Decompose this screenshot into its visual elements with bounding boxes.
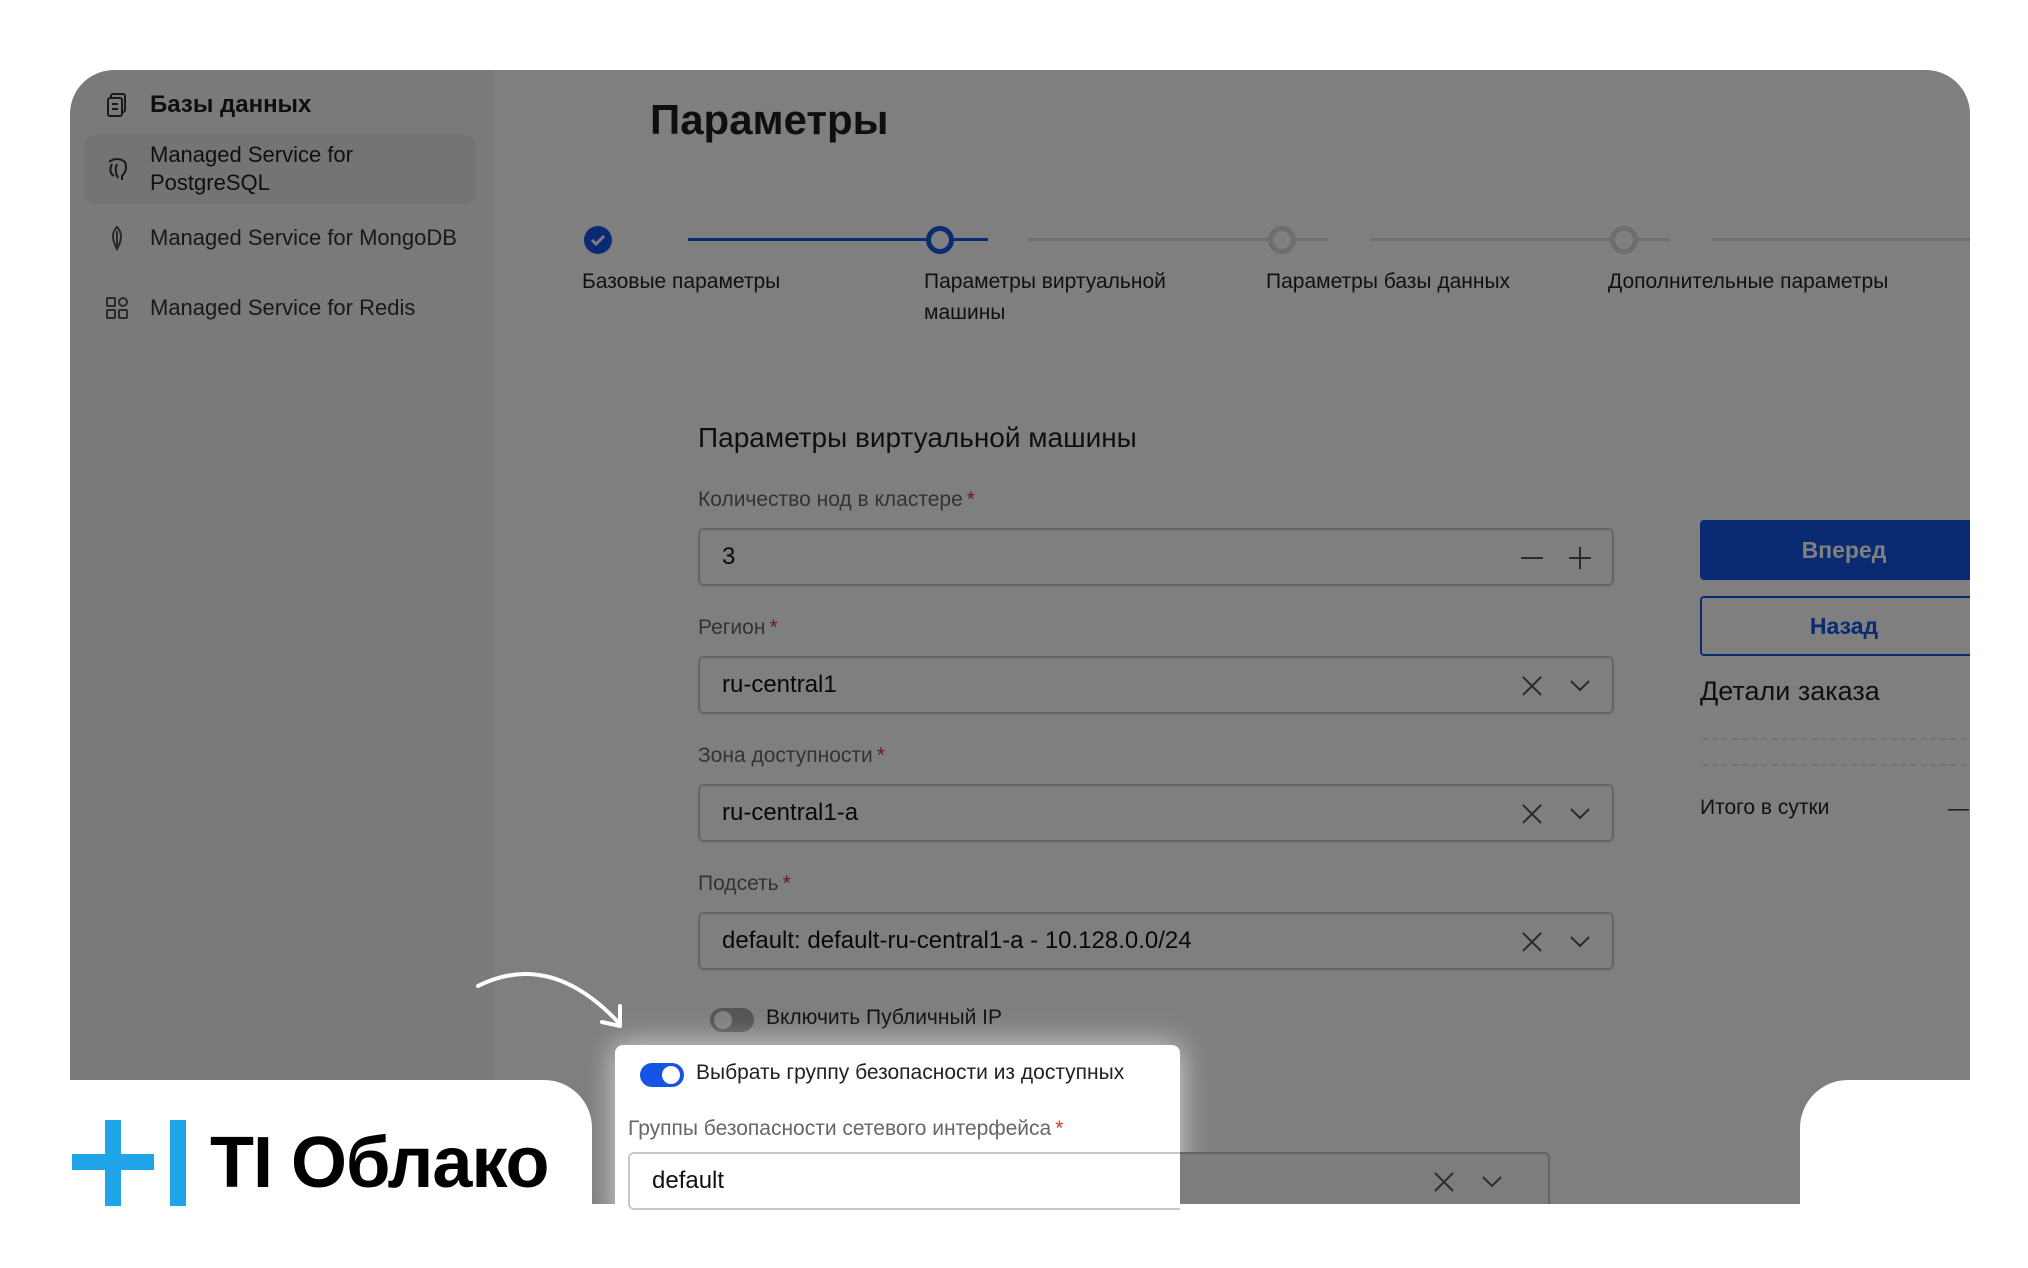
security-groups-label: Группы безопасности сетевого интерфейса *	[628, 1117, 1064, 1140]
total-label: Итого в сутки	[1700, 796, 1830, 819]
nodes-stepper[interactable]: 3	[698, 528, 1614, 586]
form-title: Параметры виртуальной машины	[698, 422, 1137, 453]
toggle-knob	[662, 1066, 680, 1084]
subnet-select[interactable]: default: default-ru-central1-a - 10.128.…	[698, 912, 1614, 970]
step-label[interactable]: Дополнительные параметры	[1608, 266, 1948, 297]
screenshot-frame: Базы данных Managed Service for PostgreS…	[70, 70, 1970, 1204]
brand-name: TI Облако	[210, 1123, 550, 1203]
placeholder-line	[1702, 738, 1970, 740]
subnet-value: default: default-ru-central1-a - 10.128.…	[722, 927, 1192, 954]
step-3-pending-icon[interactable]	[1268, 226, 1296, 254]
plus-icon[interactable]	[1566, 544, 1594, 572]
step-4-pending-icon[interactable]	[1610, 226, 1638, 254]
redis-icon	[102, 293, 132, 323]
clear-icon[interactable]	[1430, 1168, 1458, 1201]
clear-icon[interactable]	[1518, 672, 1546, 700]
public-ip-label: Включить Публичный IP	[766, 1006, 1002, 1029]
total-value: — ₽	[1947, 797, 1970, 820]
mongodb-icon	[102, 223, 132, 253]
database-icon	[102, 90, 132, 120]
sidebar-item-label: Managed Service for MongoDB	[150, 225, 457, 250]
highlight-region: Выбрать группу безопасности из доступных…	[615, 1045, 1180, 1225]
sidebar: Базы данных Managed Service for PostgreS…	[70, 70, 494, 1204]
region-value: ru-central1	[722, 671, 837, 698]
sidebar-item-label: Managed Service for PostgreSQL	[150, 142, 353, 195]
step-label[interactable]: Базовые параметры	[582, 266, 882, 297]
region-select[interactable]: ru-central1	[698, 656, 1614, 714]
security-group-toggle[interactable]	[640, 1063, 684, 1087]
step-label[interactable]: Параметры виртуальной машины	[924, 266, 1224, 328]
chevron-down-icon[interactable]	[1566, 928, 1594, 956]
minus-icon[interactable]	[1518, 544, 1546, 572]
order-details-title: Детали заказа	[1700, 676, 1880, 706]
logo-mark-icon	[72, 1120, 186, 1206]
sidebar-item-postgresql[interactable]: Managed Service for PostgreSQL	[84, 134, 476, 204]
security-groups-select-dimmed[interactable]	[1180, 1152, 1550, 1204]
sidebar-item-label: Managed Service for Redis	[150, 295, 416, 320]
placeholder-line	[1702, 764, 1970, 766]
step-label[interactable]: Параметры базы данных	[1266, 266, 1586, 297]
security-group-toggle-label: Выбрать группу безопасности из доступных	[696, 1061, 1125, 1084]
sidebar-header[interactable]: Базы данных	[84, 80, 476, 130]
step-connector	[1712, 238, 1970, 241]
sidebar-header-label: Базы данных	[150, 91, 312, 118]
step-2-current-icon[interactable]	[926, 226, 954, 254]
sidebar-item-redis[interactable]: Managed Service for Redis	[84, 283, 476, 333]
nodes-label: Количество нод в кластере *	[698, 488, 975, 511]
chevron-down-icon[interactable]	[1478, 1168, 1506, 1201]
toggle-knob	[714, 1011, 732, 1029]
chevron-down-icon[interactable]	[1566, 672, 1594, 700]
next-button[interactable]: Вперед	[1700, 520, 1970, 580]
chevron-down-icon[interactable]	[1566, 800, 1594, 828]
nodes-value: 3	[722, 543, 736, 570]
postgresql-icon	[102, 154, 132, 184]
back-button[interactable]: Назад	[1700, 596, 1970, 656]
zone-select[interactable]: ru-central1-a	[698, 784, 1614, 842]
zone-label: Зона доступности *	[698, 744, 885, 767]
clear-icon[interactable]	[1518, 928, 1546, 956]
bottom-cutout	[1800, 1080, 2028, 1268]
pointer-arrow-icon	[476, 972, 622, 1028]
security-groups-value: default	[652, 1167, 725, 1194]
subnet-label: Подсеть *	[698, 872, 791, 895]
security-groups-select[interactable]: default	[628, 1152, 1180, 1210]
page-title: Параметры	[650, 96, 889, 143]
region-label: Регион *	[698, 616, 778, 639]
brand-logo: TI Облако	[72, 1120, 550, 1206]
sidebar-item-mongodb[interactable]: Managed Service for MongoDB	[84, 213, 476, 263]
zone-value: ru-central1-a	[722, 799, 859, 826]
clear-icon[interactable]	[1518, 800, 1546, 828]
public-ip-toggle[interactable]	[710, 1008, 754, 1032]
step-1-done-icon[interactable]	[584, 226, 612, 254]
